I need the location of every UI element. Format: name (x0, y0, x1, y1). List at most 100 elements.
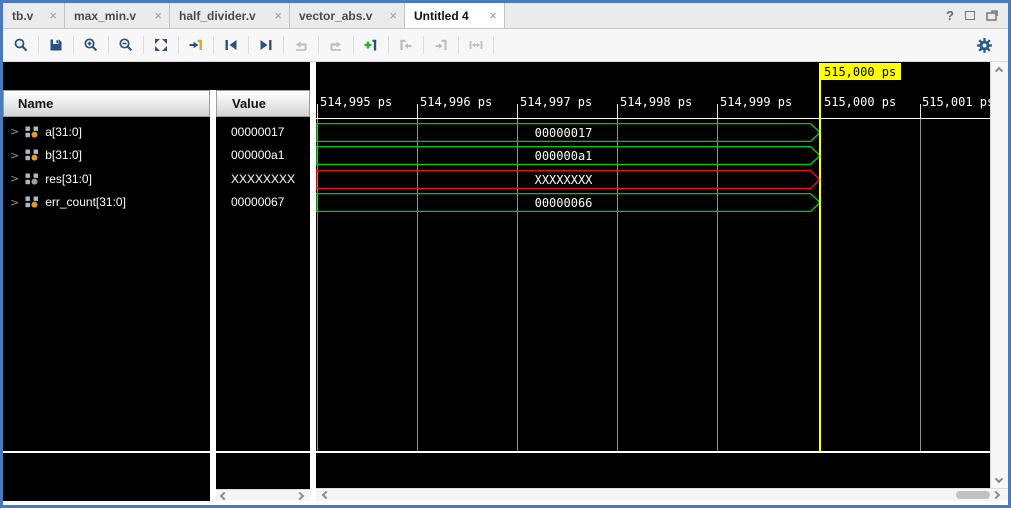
bus-wave-a[interactable]: 00000017 (316, 123, 822, 142)
float-window-icon[interactable] (965, 11, 975, 20)
save-button[interactable] (43, 32, 69, 58)
bus-value-label: XXXXXXXX (316, 173, 811, 187)
tab-close-icon[interactable]: × (154, 8, 162, 23)
signal-row-a[interactable]: > a[31:0] (3, 120, 210, 144)
name-column-header[interactable]: Name (3, 90, 210, 117)
swap-cursor-button[interactable] (463, 32, 489, 58)
toolbar-separator (283, 36, 284, 54)
time-tick-label: 514,997 ps (520, 95, 592, 109)
toolbar-separator (108, 36, 109, 54)
signal-value: 00000067 (223, 195, 284, 209)
toolbar-separator (38, 36, 39, 54)
axis-tick (317, 104, 318, 119)
name-panel-bottom (3, 453, 210, 501)
value-column-hscrollbar[interactable] (216, 489, 310, 501)
bus-wave-err-count[interactable]: 00000066 (316, 193, 822, 212)
tab-max-min-v[interactable]: max_min.v × (65, 3, 170, 28)
bus-wave-res[interactable]: XXXXXXXX (316, 170, 822, 189)
signal-value-list: 00000017 000000a1 XXXXXXXX 00000067 (216, 117, 310, 451)
help-icon[interactable]: ? (946, 8, 954, 23)
gridline (517, 119, 518, 451)
time-cursor-line[interactable] (819, 80, 821, 451)
time-tick-label: 514,995 ps (320, 95, 392, 109)
time-tick-label: 514,996 ps (420, 95, 492, 109)
tab-close-icon[interactable]: × (49, 8, 57, 23)
tab-half-divider-v[interactable]: half_divider.v × (170, 3, 290, 28)
value-column-header[interactable]: Value (216, 90, 310, 117)
bus-value-label: 000000a1 (316, 149, 811, 163)
axis-tick (417, 104, 418, 119)
scroll-left-icon[interactable] (220, 492, 228, 500)
waveform-vscrollbar[interactable] (990, 62, 1008, 488)
toolbar-separator (143, 36, 144, 54)
expand-chevron-icon[interactable]: > (10, 172, 19, 185)
signal-value: 000000a1 (223, 148, 284, 162)
cursor-time-badge[interactable]: 515,000 ps (819, 63, 901, 80)
bus-value-label: 00000017 (316, 126, 811, 140)
toolbar-separator (73, 36, 74, 54)
waveform-toolbar (3, 29, 1008, 62)
previous-transition-button[interactable] (218, 32, 244, 58)
tab-close-icon[interactable]: × (274, 8, 282, 23)
tab-untitled-4[interactable]: Untitled 4 × (405, 3, 505, 28)
scroll-up-icon[interactable] (995, 67, 1003, 75)
gridline (717, 119, 718, 451)
next-marker-button[interactable] (428, 32, 454, 58)
tab-vector-abs-v[interactable]: vector_abs.v × (290, 3, 405, 28)
gridline (617, 119, 618, 451)
expand-chevron-icon[interactable]: > (10, 149, 19, 162)
tab-label: max_min.v (74, 9, 136, 23)
time-tick-label: 515,000 ps (824, 95, 896, 109)
toolbar-separator (388, 36, 389, 54)
bus-signal-icon (25, 126, 39, 138)
zoom-out-button[interactable] (113, 32, 139, 58)
signal-row-res[interactable]: > res[31:0] (3, 167, 210, 191)
value-panel-bottom (216, 453, 310, 489)
signal-value: 00000017 (223, 125, 284, 139)
swap-next-button[interactable] (323, 32, 349, 58)
toolbar-separator (318, 36, 319, 54)
titlebar-controls: ? (946, 3, 1008, 28)
axis-tick (617, 104, 618, 119)
gridline (920, 119, 921, 451)
toolbar-separator (423, 36, 424, 54)
bus-wave-b[interactable]: 000000a1 (316, 146, 822, 165)
scroll-down-icon[interactable] (995, 475, 1003, 483)
signal-value: XXXXXXXX (223, 172, 295, 186)
toolbar-separator (178, 36, 179, 54)
new-window-icon[interactable] (986, 10, 998, 21)
swap-previous-button[interactable] (288, 32, 314, 58)
time-tick-label: 514,998 ps (620, 95, 692, 109)
signal-name-list: > a[31:0] > b[31:0] > (3, 117, 210, 451)
axis-tick (517, 104, 518, 119)
signal-row-b[interactable]: > b[31:0] (3, 144, 210, 168)
go-to-time-button[interactable] (183, 32, 209, 58)
tab-close-icon[interactable]: × (389, 8, 397, 23)
bus-value-label: 00000066 (316, 196, 811, 210)
scroll-left-icon[interactable] (322, 491, 330, 499)
hscrollbar-thumb[interactable] (956, 491, 990, 499)
tab-label: Untitled 4 (414, 9, 469, 23)
tab-close-icon[interactable]: × (489, 8, 497, 23)
expand-chevron-icon[interactable]: > (10, 125, 19, 138)
toolbar-separator (493, 36, 494, 54)
time-tick-label: 515,001 ps (922, 95, 990, 109)
zoom-fit-button[interactable] (148, 32, 174, 58)
bus-signal-icon (25, 196, 39, 208)
zoom-in-button[interactable] (78, 32, 104, 58)
vivado-waveform-window: tb.v × max_min.v × half_divider.v × vect… (0, 0, 1011, 508)
scroll-right-icon[interactable] (296, 492, 304, 500)
tab-tb-v[interactable]: tb.v × (3, 3, 65, 28)
signal-panel-top-strip (3, 62, 310, 90)
find-button[interactable] (8, 32, 34, 58)
expand-chevron-icon[interactable]: > (10, 196, 19, 209)
signal-row-err-count[interactable]: > err_count[31:0] (3, 191, 210, 215)
add-marker-button[interactable] (358, 32, 384, 58)
next-transition-button[interactable] (253, 32, 279, 58)
settings-gear-icon[interactable] (971, 32, 997, 58)
tab-label: vector_abs.v (299, 9, 372, 23)
waveform-canvas[interactable]: 515,000 ps 514,995 ps 514,996 ps 514,997… (316, 62, 990, 489)
waveform-hscrollbar[interactable] (316, 488, 1008, 501)
scroll-right-icon[interactable] (992, 491, 1000, 499)
previous-marker-button[interactable] (393, 32, 419, 58)
